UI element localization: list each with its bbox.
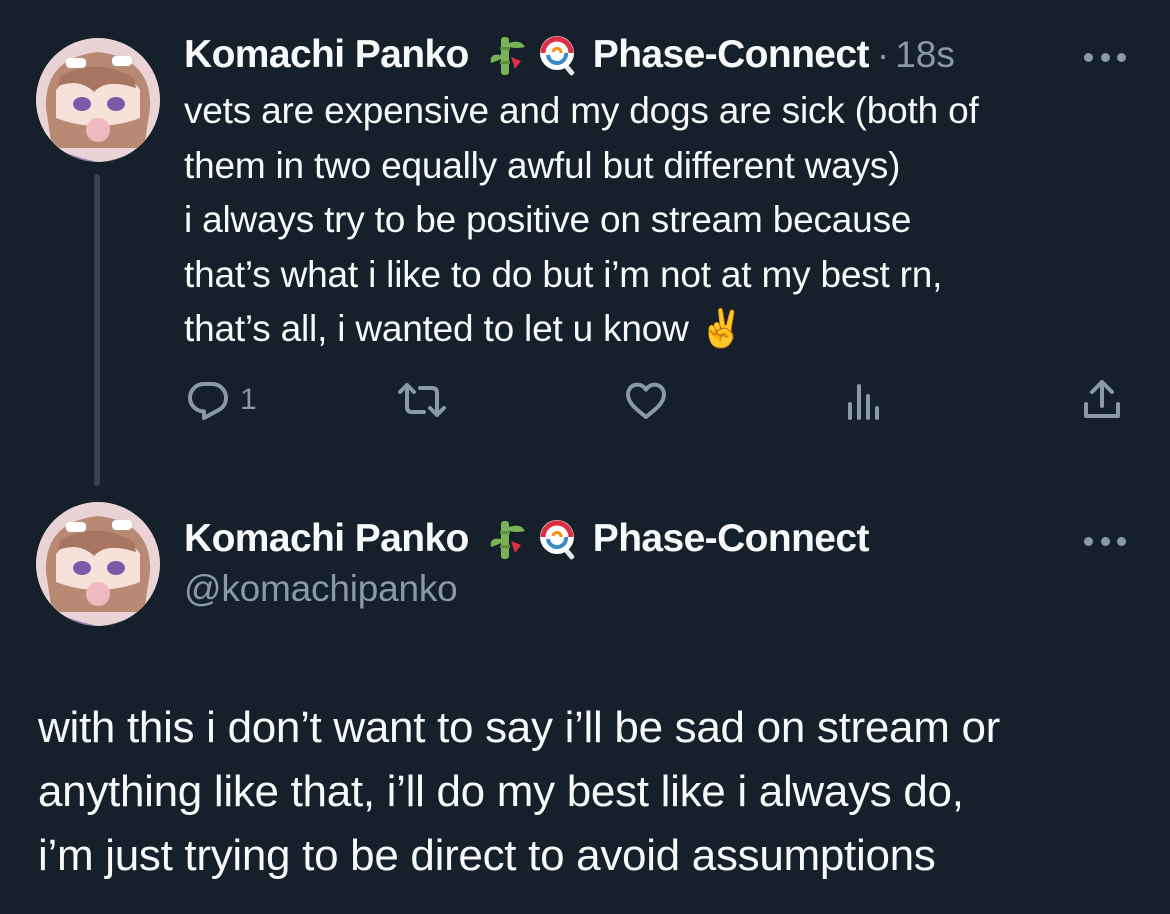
text-line: them in two equally awful but different … (184, 144, 901, 186)
views-icon (848, 384, 879, 420)
timestamp[interactable]: 18s (895, 34, 955, 76)
tweet-action-bar: 1 (184, 376, 1136, 424)
author-name[interactable]: Komachi Panko (184, 517, 469, 561)
like-icon (626, 382, 666, 419)
lollipop-icon (537, 517, 581, 561)
retweet-icon (398, 383, 446, 417)
author-name[interactable]: Komachi Panko (184, 33, 469, 77)
reply-icon (188, 382, 228, 420)
reply-button[interactable]: 1 (184, 376, 257, 424)
share-button[interactable] (1078, 376, 1126, 424)
bamboo-icon (487, 517, 531, 561)
bamboo-icon (487, 33, 531, 77)
reply-count: 1 (240, 383, 257, 416)
text-line: that’s what i like to do but i’m not at … (184, 253, 943, 295)
reply-tweet-text: vets are expensive and my dogs are sick … (184, 84, 1144, 357)
group-name: Phase-Connect (592, 517, 870, 560)
group-name: Phase-Connect (592, 33, 870, 76)
retweet-button[interactable] (398, 376, 446, 424)
more-options-icon[interactable] (1084, 51, 1126, 63)
text-line: vets are expensive and my dogs are sick … (184, 90, 979, 131)
reply-author-row: Komachi Panko Phase-Connect · 18s (184, 32, 955, 78)
text-line: that’s all, i wanted to let u know ✌️ (184, 308, 745, 349)
like-button[interactable] (622, 376, 670, 424)
text-line: anything like that, i’ll do my best like… (38, 767, 964, 816)
text-line: with this i don’t want to say i’ll be sa… (38, 703, 1001, 752)
text-line: i’m just trying to be direct to avoid as… (38, 831, 936, 880)
lollipop-icon (537, 33, 581, 77)
author-handle[interactable]: @komachipanko (184, 568, 458, 610)
main-author-row: Komachi Panko Phase-Connect (184, 516, 869, 562)
share-icon (1084, 380, 1120, 418)
more-options-icon[interactable] (1084, 535, 1126, 547)
separator-dot: · (876, 34, 890, 75)
text-line: i always try to be positive on stream be… (184, 199, 912, 240)
thread-connector-line (94, 174, 100, 486)
views-button[interactable] (840, 376, 888, 424)
avatar[interactable] (36, 502, 160, 626)
avatar[interactable] (36, 38, 160, 162)
main-tweet-text: with this i don’t want to say i’ll be sa… (38, 696, 1138, 888)
